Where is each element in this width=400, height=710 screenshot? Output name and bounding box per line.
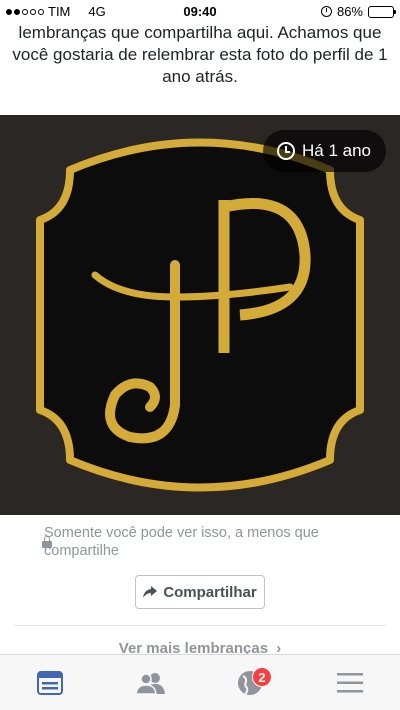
share-arrow-icon <box>143 586 158 598</box>
share-button-label: Compartilhar <box>163 583 257 601</box>
memory-intro-text: lembranças que compartilha aqui. Achamos… <box>12 23 388 86</box>
tab-notifications[interactable]: 2 <box>200 655 300 710</box>
time-ago-label: Há 1 ano <box>302 141 371 160</box>
status-bar: TIM 4G 09:40 86% <box>0 0 400 24</box>
divider <box>14 625 386 626</box>
tab-friends[interactable] <box>100 655 200 710</box>
privacy-note: Somente você pode ver isso, a menos que … <box>44 525 319 559</box>
friends-icon <box>135 673 165 695</box>
profile-photo-memory[interactable]: Há 1 ano <box>0 115 400 515</box>
share-button[interactable]: Compartilhar <box>135 575 265 609</box>
tab-menu[interactable] <box>300 655 400 710</box>
news-feed-icon <box>37 671 63 695</box>
menu-icon <box>337 673 363 693</box>
clock-icon <box>277 142 295 160</box>
notification-count-badge: 2 <box>252 667 272 687</box>
bottom-tab-bar: 2 <box>0 654 400 710</box>
tab-news-feed[interactable] <box>0 655 100 710</box>
battery-icon <box>368 5 396 18</box>
jp-monogram-logo <box>36 138 364 492</box>
status-right: 86% <box>320 4 396 19</box>
battery-percent: 86% <box>336 4 363 19</box>
alarm-icon <box>320 6 332 17</box>
time-ago-badge: Há 1 ano <box>263 130 386 172</box>
